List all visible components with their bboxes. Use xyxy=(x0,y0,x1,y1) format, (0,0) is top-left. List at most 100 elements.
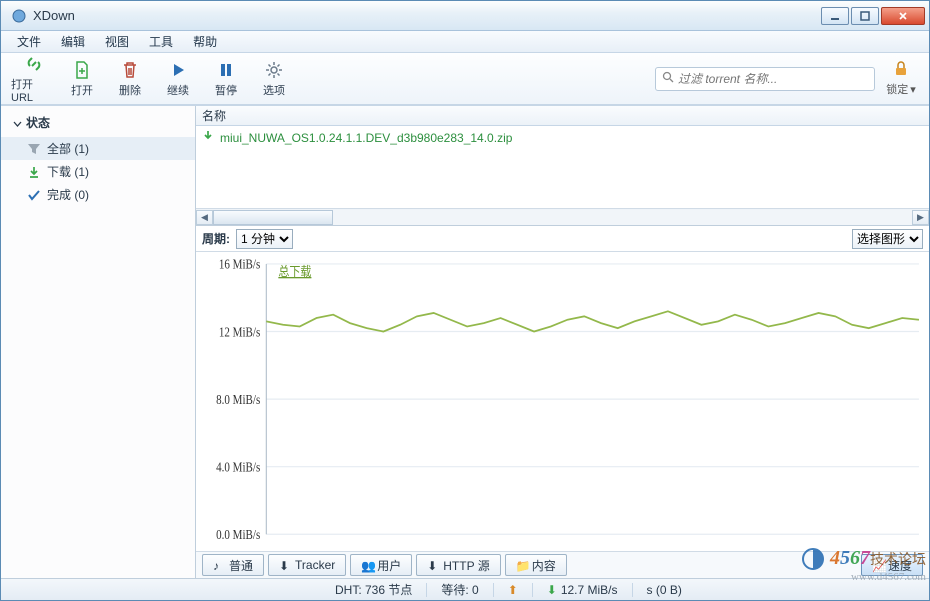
tab-speed[interactable]: 📈 速度 xyxy=(861,554,923,576)
lock-icon xyxy=(892,60,910,81)
row-name-cell: miui_NUWA_OS1.0.24.1.1.DEV_d3b980e283_14… xyxy=(220,131,512,145)
status-download: ⬇ 12.7 MiB/s xyxy=(533,583,632,597)
titlebar: XDown xyxy=(1,1,929,31)
tab-label: Tracker xyxy=(295,558,335,572)
file-add-icon xyxy=(72,60,92,80)
trash-icon xyxy=(120,60,140,80)
open-button[interactable]: 打开 xyxy=(59,57,105,101)
svg-text:8.0 MiB/s: 8.0 MiB/s xyxy=(216,392,260,407)
resume-button[interactable]: 继续 xyxy=(155,57,201,101)
tab-general[interactable]: ♪ 普通 xyxy=(202,554,264,576)
upload-icon: ⬆ xyxy=(508,583,518,597)
filter-input[interactable] xyxy=(678,72,868,86)
detail-tabs: ♪ 普通 ⬇ Tracker 👥用户 ⬇HTTP 源 📁 内容 📈 速度 xyxy=(196,552,929,578)
download-icon xyxy=(27,165,41,179)
svg-text:总下载: 总下载 xyxy=(278,264,311,279)
svg-text:0.0 MiB/s: 0.0 MiB/s xyxy=(216,527,260,542)
svg-text:16 MiB/s: 16 MiB/s xyxy=(219,257,261,272)
delete-button[interactable]: 删除 xyxy=(107,57,153,101)
tab-label: HTTP 源 xyxy=(443,557,489,574)
sidebar-item-all[interactable]: 全部 (1) xyxy=(1,137,195,160)
status-upload: ⬆ xyxy=(494,583,532,597)
main-area: 名称 miui_NUWA_OS1.0.24.1.1.DEV_d3b980e283… xyxy=(196,106,929,578)
sidebar-item-downloading[interactable]: 下载 (1) xyxy=(1,160,195,183)
speed-chart: 0.0 MiB/s 4.0 MiB/s 8.0 MiB/s 12 MiB/s 16 Mi… xyxy=(196,252,929,552)
gear-icon xyxy=(264,60,284,80)
maximize-button[interactable] xyxy=(851,7,879,25)
resume-label: 继续 xyxy=(167,82,189,98)
tab-label: 速度 xyxy=(888,557,912,574)
menu-help[interactable]: 帮助 xyxy=(183,31,227,52)
lock-label: 锁定 xyxy=(886,81,908,97)
sidebar-header[interactable]: 状态 xyxy=(1,112,195,137)
status-waiting: 等待: 0 xyxy=(427,581,492,598)
status-dht: DHT: 736 节点 xyxy=(321,581,426,598)
search-icon xyxy=(662,71,674,86)
status-download-value: 12.7 MiB/s xyxy=(561,583,618,597)
tab-http[interactable]: ⬇HTTP 源 xyxy=(416,554,500,576)
tab-content[interactable]: 📁 内容 xyxy=(505,554,567,576)
tab-trackers[interactable]: ⬇ Tracker xyxy=(268,554,346,576)
lock-button[interactable]: 锁定 ▾ xyxy=(883,60,919,97)
app-title: XDown xyxy=(33,8,821,23)
filter-icon xyxy=(27,142,41,156)
sidebar-item-completed[interactable]: 完成 (0) xyxy=(1,183,195,206)
horizontal-scrollbar[interactable]: ◀ ▶ xyxy=(196,208,929,225)
app-icon xyxy=(11,8,27,24)
tab-label: 内容 xyxy=(532,557,556,574)
check-icon xyxy=(27,188,41,202)
sidebar-header-label: 状态 xyxy=(26,114,50,131)
speed-icon: 📈 xyxy=(872,559,884,571)
tab-peers[interactable]: 👥用户 xyxy=(350,554,412,576)
minimize-button[interactable] xyxy=(821,7,849,25)
scroll-track[interactable] xyxy=(213,210,912,225)
svg-text:12 MiB/s: 12 MiB/s xyxy=(219,324,261,339)
tracker-icon: ⬇ xyxy=(279,559,291,571)
download-icon: ⬇ xyxy=(547,583,557,597)
app-window: XDown 文件 编辑 视图 工具 帮助 打开 URL 打开 删除 继续 xyxy=(0,0,930,601)
pause-button[interactable]: 暂停 xyxy=(203,57,249,101)
menu-edit[interactable]: 编辑 xyxy=(51,31,95,52)
play-icon xyxy=(168,60,188,80)
sidebar-item-label: 全部 (1) xyxy=(47,140,89,157)
open-label: 打开 xyxy=(71,82,93,98)
scroll-right-button[interactable]: ▶ xyxy=(912,210,929,225)
period-label: 周期: xyxy=(202,230,230,247)
period-bar: 周期: 1 分钟 选择图形 xyxy=(196,226,929,252)
delete-label: 删除 xyxy=(119,82,141,98)
sidebar-item-label: 完成 (0) xyxy=(47,186,89,203)
table-row[interactable]: miui_NUWA_OS1.0.24.1.1.DEV_d3b980e283_14… xyxy=(196,126,929,149)
filter-searchbox[interactable] xyxy=(655,67,875,91)
column-header-label: 名称 xyxy=(202,107,226,124)
period-select[interactable]: 1 分钟 xyxy=(236,229,293,249)
pause-label: 暂停 xyxy=(215,82,237,98)
statusbar: DHT: 736 节点 等待: 0 ⬆ ⬇ 12.7 MiB/s s (0 B) xyxy=(1,578,929,600)
menubar: 文件 编辑 视图 工具 帮助 xyxy=(1,31,929,53)
chart-select[interactable]: 选择图形 xyxy=(852,229,923,249)
pause-icon xyxy=(216,60,236,80)
menu-view[interactable]: 视图 xyxy=(95,31,139,52)
open-url-label: 打开 URL xyxy=(11,76,57,104)
tab-label: 用户 xyxy=(377,557,401,574)
column-header-name[interactable]: 名称 xyxy=(196,106,929,126)
info-icon: ♪ xyxy=(213,559,225,571)
menu-file[interactable]: 文件 xyxy=(7,31,51,52)
link-icon xyxy=(24,54,44,74)
status-upload-text: s (0 B) xyxy=(633,583,696,597)
svg-text:4.0 MiB/s: 4.0 MiB/s xyxy=(216,460,260,475)
close-button[interactable] xyxy=(881,7,925,25)
menu-tools[interactable]: 工具 xyxy=(139,31,183,52)
sidebar: 状态 全部 (1) 下载 (1) 完成 (0) xyxy=(1,106,196,578)
tab-label: 普通 xyxy=(229,557,253,574)
toolbar: 打开 URL 打开 删除 继续 暂停 选项 xyxy=(1,53,929,105)
scroll-thumb[interactable] xyxy=(213,210,333,225)
chevron-down-icon: ▾ xyxy=(910,83,916,96)
options-button[interactable]: 选项 xyxy=(251,57,297,101)
open-url-button[interactable]: 打开 URL xyxy=(11,57,57,101)
sidebar-item-label: 下载 (1) xyxy=(47,163,89,180)
downloading-icon xyxy=(202,130,216,145)
scroll-left-button[interactable]: ◀ xyxy=(196,210,213,225)
collapse-icon xyxy=(13,118,22,127)
torrent-list: 名称 miui_NUWA_OS1.0.24.1.1.DEV_d3b980e283… xyxy=(196,106,929,226)
folder-icon: 📁 xyxy=(516,559,528,571)
